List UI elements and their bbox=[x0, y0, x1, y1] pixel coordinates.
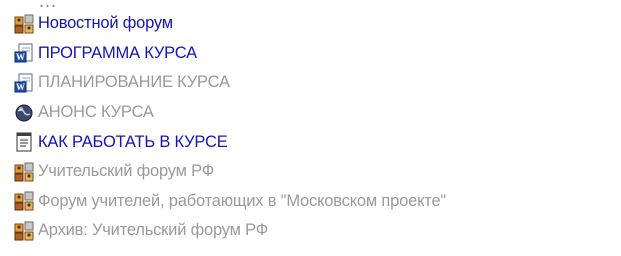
list-item: КАК РАБОТАТЬ В КУРСЕ bbox=[14, 127, 621, 157]
course-activity-list: Новостной форум W ПРОГРАММА КУРСА W ПЛАН… bbox=[14, 9, 621, 246]
list-item: АНОНС КУРСА bbox=[14, 98, 621, 128]
course-planning-link[interactable]: ПЛАНИРОВАНИЕ КУРСА bbox=[38, 73, 230, 92]
word-document-icon: W bbox=[14, 72, 34, 94]
news-forum-link[interactable]: Новостной форум bbox=[38, 14, 173, 33]
archive-teachers-forum-link[interactable]: Архив: Учительский форум РФ bbox=[38, 221, 268, 240]
course-announcement-link[interactable]: АНОНС КУРСА bbox=[38, 103, 154, 122]
moscow-project-forum-link[interactable]: Форум учителей, работающих в "Московском… bbox=[38, 192, 446, 211]
globe-link-icon bbox=[14, 102, 34, 124]
forum-icon bbox=[14, 161, 34, 183]
list-item: Учительский форум РФ bbox=[14, 157, 621, 187]
list-item: Архив: Учительский форум РФ bbox=[14, 216, 621, 246]
list-item: Новостной форум bbox=[14, 9, 621, 39]
list-item: Форум учителей, работающих в "Московском… bbox=[14, 187, 621, 217]
svg-text:W: W bbox=[16, 52, 25, 62]
list-item: W ПРОГРАММА КУРСА bbox=[14, 39, 621, 69]
forum-icon bbox=[14, 190, 34, 212]
list-item: W ПЛАНИРОВАНИЕ КУРСА bbox=[14, 68, 621, 98]
text-page-icon bbox=[14, 131, 34, 153]
course-program-link[interactable]: ПРОГРАММА КУРСА bbox=[38, 44, 197, 63]
how-to-work-link[interactable]: КАК РАБОТАТЬ В КУРСЕ bbox=[38, 133, 228, 152]
teachers-forum-rf-link[interactable]: Учительский форум РФ bbox=[38, 162, 214, 181]
svg-text:W: W bbox=[16, 82, 25, 92]
forum-icon bbox=[14, 13, 34, 35]
word-document-icon: W bbox=[14, 42, 34, 64]
forum-icon bbox=[14, 220, 34, 242]
